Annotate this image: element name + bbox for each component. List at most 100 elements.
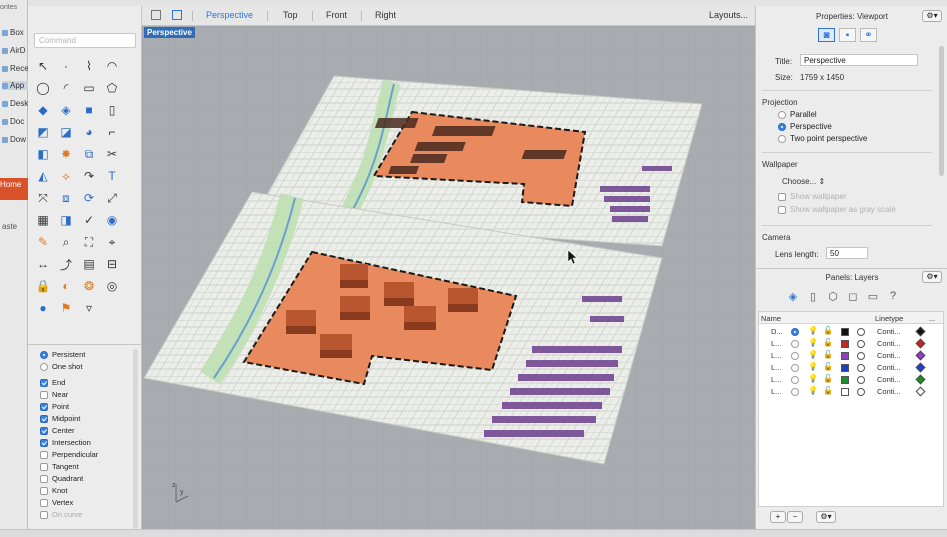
monitor-icon[interactable]: ▭	[866, 289, 880, 303]
perspective-viewport[interactable]: z y Perspective	[142, 26, 755, 529]
paint-icon[interactable]: ✎	[33, 232, 53, 252]
current-layer-radio[interactable]	[791, 376, 799, 384]
rectangle-icon[interactable]: ▭	[79, 78, 99, 98]
globe-icon[interactable]: ●	[33, 298, 53, 318]
curve-icon[interactable]: ◠	[102, 56, 122, 76]
finder-item[interactable]: Desk	[2, 99, 28, 108]
current-layer-radio[interactable]	[791, 340, 799, 348]
snap-on-curve[interactable]: On curve	[40, 510, 82, 519]
checkbox-icon[interactable]	[40, 402, 48, 411]
render-icon[interactable]: ◉	[102, 210, 122, 230]
material-circle-icon[interactable]	[857, 388, 865, 396]
arc-icon[interactable]: ◜	[56, 78, 76, 98]
camera-icon[interactable]: ◙	[818, 28, 835, 42]
display-icon[interactable]: ▪	[839, 28, 856, 42]
light-bulb-icon[interactable]: 💡	[808, 338, 818, 347]
layers-stack-icon[interactable]: ◈	[786, 289, 800, 303]
projection-parallel[interactable]: Parallel	[778, 110, 817, 119]
split-icon[interactable]: ◭	[33, 166, 53, 186]
properties-gear-icon[interactable]: ⚙▾	[922, 10, 942, 22]
sweep-icon[interactable]: ◪	[56, 122, 76, 142]
zoom-extents-icon[interactable]: ⛶	[79, 232, 99, 252]
checkbox-icon[interactable]	[40, 486, 48, 495]
finder-item[interactable]: Box	[2, 28, 24, 37]
lens-length-field[interactable]: 50	[826, 247, 868, 259]
copy-icon[interactable]: ⧈	[56, 188, 76, 208]
material-circle-icon[interactable]	[857, 376, 865, 384]
snap-quadrant[interactable]: Quadrant	[40, 474, 83, 483]
box-outline-icon[interactable]: ◻	[846, 289, 860, 303]
revolve-icon[interactable]: ◕	[79, 122, 99, 142]
layer-row[interactable]: L... 💡 🔓 Conti...	[759, 350, 943, 362]
layer-color-swatch[interactable]	[841, 388, 849, 396]
checkbox-icon[interactable]	[40, 462, 48, 471]
layer-color-swatch[interactable]	[841, 376, 849, 384]
checkbox-icon[interactable]	[40, 426, 48, 435]
unlock-icon[interactable]: 🔓	[823, 374, 833, 383]
hatch-icon[interactable]: ▤	[79, 254, 99, 274]
unlock-icon[interactable]: 🔓	[823, 350, 833, 359]
finder-item[interactable]: Rece	[2, 64, 29, 73]
join-icon[interactable]: ⧉	[79, 144, 99, 164]
explode-icon[interactable]: ✸	[56, 144, 76, 164]
snap-tangent[interactable]: Tangent	[40, 462, 79, 471]
finder-item[interactable]: Doc	[2, 117, 24, 126]
choose-wallpaper-dropdown[interactable]: Choose... ⇕	[782, 177, 825, 186]
snap-point[interactable]: Point	[40, 402, 69, 411]
show-wallpaper-checkbox[interactable]: Show wallpaper	[778, 192, 846, 201]
move-icon[interactable]: ⤧	[33, 188, 53, 208]
grid-layout-icon[interactable]	[151, 10, 161, 20]
layer-row[interactable]: D... 💡 🔓 Conti...	[759, 326, 943, 338]
snap-midpoint[interactable]: Midpoint	[40, 414, 80, 423]
print-color-diamond-icon[interactable]	[915, 374, 926, 385]
osnap-scrollbar[interactable]	[133, 349, 138, 529]
scale-icon[interactable]: ⤢	[102, 188, 122, 208]
rotate-icon[interactable]: ⟳	[79, 188, 99, 208]
col-linetype[interactable]: Linetype	[875, 314, 903, 323]
leader-icon[interactable]: ⤴	[56, 254, 76, 274]
layer-color-swatch[interactable]	[841, 328, 849, 336]
analyze-icon[interactable]: ⌖	[102, 232, 122, 252]
array-icon[interactable]: ▦	[33, 210, 53, 230]
material-icon[interactable]: ◐	[56, 276, 76, 296]
unlock-icon[interactable]: 🔓	[823, 326, 833, 335]
layer-row[interactable]: L... 💡 🔓 Conti...	[759, 386, 943, 398]
layers-gear-icon[interactable]: ⚙▾	[922, 271, 942, 283]
finder-item[interactable]: App	[2, 81, 30, 90]
settings-tool-icon[interactable]: ▿	[79, 298, 99, 318]
layer-row[interactable]: L... 💡 🔓 Conti...	[759, 362, 943, 374]
col-more[interactable]: ...	[929, 314, 935, 323]
zoom-icon[interactable]: ⌕	[56, 232, 76, 252]
tab-right[interactable]: Right	[375, 10, 396, 20]
layer-color-swatch[interactable]	[841, 340, 849, 348]
light-bulb-icon[interactable]: 💡	[808, 326, 818, 335]
tab-perspective[interactable]: Perspective	[206, 10, 253, 20]
document-icon[interactable]: ▯	[806, 289, 820, 303]
unlock-icon[interactable]: 🔓	[823, 338, 833, 347]
snap-intersection[interactable]: Intersection	[40, 438, 91, 447]
cylinder-icon[interactable]: ▯	[102, 100, 122, 120]
print-color-diamond-icon[interactable]	[915, 350, 926, 361]
box-icon[interactable]: ■	[79, 100, 99, 120]
extend-icon[interactable]: ↷	[79, 166, 99, 186]
snap-vertex[interactable]: Vertex	[40, 498, 73, 507]
light-bulb-icon[interactable]: 💡	[808, 386, 818, 395]
point-icon[interactable]: ·	[56, 56, 76, 76]
current-layer-radio[interactable]	[791, 364, 799, 372]
command-input[interactable]: Command	[34, 33, 136, 48]
osnap-mode-oneshot[interactable]: One shot	[40, 362, 82, 371]
help-icon[interactable]: ?	[886, 289, 900, 303]
radio-icon[interactable]	[40, 362, 48, 371]
current-layer-radio[interactable]	[791, 388, 799, 396]
add-layer-button[interactable]: +	[770, 511, 786, 523]
layer-row[interactable]: L... 💡 🔓 Conti...	[759, 338, 943, 350]
light-bulb-icon[interactable]: 💡	[808, 374, 818, 383]
print-color-diamond-icon[interactable]	[915, 338, 926, 349]
light-bulb-icon[interactable]: 💡	[808, 362, 818, 371]
checkbox-icon[interactable]	[40, 474, 48, 483]
current-layer-radio[interactable]	[791, 328, 799, 336]
snap-end[interactable]: End	[40, 378, 65, 387]
trim-icon[interactable]: ✂	[102, 144, 122, 164]
print-color-diamond-icon[interactable]	[915, 326, 926, 337]
boolean-union-icon[interactable]: ◧	[33, 144, 53, 164]
